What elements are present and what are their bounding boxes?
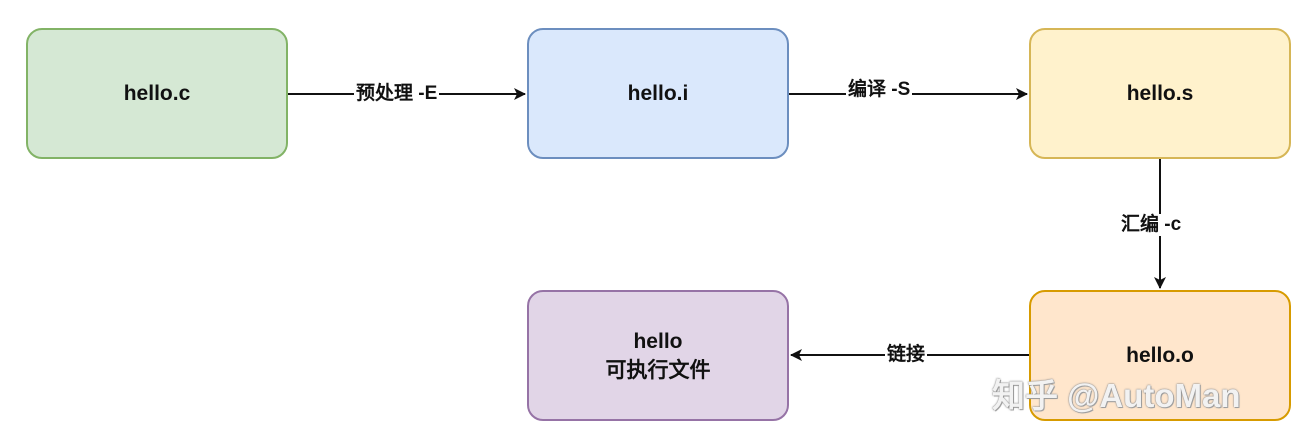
edge-label-assemble: 汇编 -c — [1119, 214, 1184, 236]
edge-label-compile: 编译 -S — [846, 79, 913, 101]
edge-label-preprocess: 预处理 -E — [354, 83, 440, 105]
edge-label-link: 链接 — [885, 344, 928, 366]
node-hello-o-label: hello.o — [1126, 344, 1194, 367]
node-executable: hello 可执行文件 — [527, 290, 789, 421]
node-hello-i: hello.i — [527, 28, 789, 159]
node-hello-i-label: hello.i — [627, 82, 689, 105]
node-executable-name: hello — [633, 329, 683, 353]
node-hello-s: hello.s — [1029, 28, 1291, 159]
node-hello-s-label: hello.s — [1126, 82, 1194, 105]
watermark: 知乎 @AutoMan — [992, 377, 1241, 414]
node-executable-desc: 可执行文件 — [605, 358, 711, 382]
node-hello-c-label: hello.c — [123, 82, 191, 105]
node-hello-c: hello.c — [26, 28, 288, 159]
compilation-flow-diagram: hello.c hello.i hello.s hello.o hello 可执… — [0, 0, 1315, 437]
